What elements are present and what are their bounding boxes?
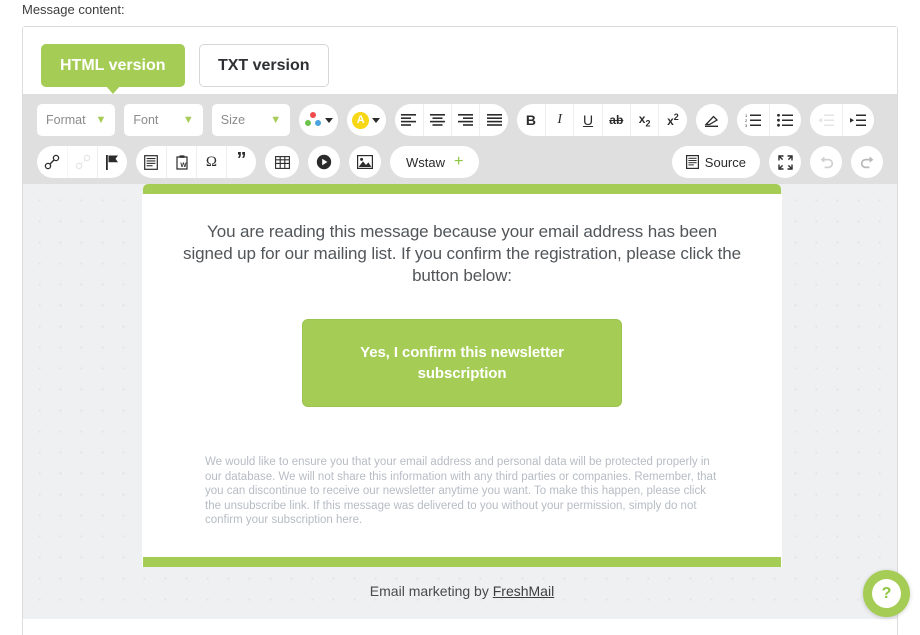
maximize-button[interactable]: [769, 146, 801, 178]
svg-text:3: 3: [745, 123, 748, 127]
tab-html-version[interactable]: HTML version: [41, 44, 185, 94]
outdent-button[interactable]: [810, 104, 842, 136]
help-button[interactable]: ?: [863, 570, 910, 617]
message-content-label: Message content:: [22, 2, 125, 17]
align-left-button[interactable]: [395, 104, 423, 136]
numbered-list-button[interactable]: 1 2 3: [737, 104, 769, 136]
editor-toolbar: Format ▼ Font ▼ Size ▼ A B I U ab x2 x2 …: [23, 94, 897, 184]
font-dropdown[interactable]: Font ▼: [124, 104, 203, 136]
undo-button[interactable]: [810, 146, 842, 178]
special-character-button[interactable]: Ω: [196, 146, 226, 178]
link-group: [37, 146, 127, 178]
media-button[interactable]: [308, 146, 340, 178]
text-color-icon: A: [352, 111, 370, 129]
email-legal-text: We would like to ensure you that your em…: [205, 456, 717, 527]
table-group: [265, 146, 299, 178]
email-body: You are reading this message because you…: [142, 194, 782, 567]
chevron-down-icon: ▼: [95, 113, 107, 126]
list-group: 1 2 3: [736, 104, 801, 136]
chevron-down-icon: [372, 117, 381, 123]
size-dropdown-value: Size: [220, 113, 246, 127]
remove-format-button[interactable]: [696, 104, 728, 136]
italic-icon: I: [557, 112, 563, 127]
insert-button[interactable]: Wstaw +: [390, 146, 480, 178]
unlink-button[interactable]: [67, 146, 97, 178]
source-icon: [685, 155, 699, 169]
toolbar-row-1: Format ▼ Font ▼ Size ▼ A B I U ab x2 x2 …: [37, 102, 883, 138]
image-button[interactable]: [349, 146, 381, 178]
email-top-bar: [143, 184, 781, 194]
templates-button[interactable]: [136, 146, 166, 178]
bulleted-list-button[interactable]: [768, 104, 801, 136]
italic-button[interactable]: I: [545, 104, 573, 136]
chevron-down-icon: [324, 117, 333, 123]
bold-button[interactable]: B: [517, 104, 545, 136]
confirm-subscription-button[interactable]: Yes, I confirm this newsletter subscript…: [302, 319, 622, 407]
background-color-button[interactable]: [299, 104, 338, 136]
svg-text:W: W: [180, 162, 187, 169]
email-footer-prefix: Email marketing by: [369, 582, 493, 599]
source-button[interactable]: Source: [671, 146, 760, 178]
maximize-icon: [777, 154, 793, 170]
chevron-down-icon: ▼: [182, 113, 194, 126]
email-cta-wrapper: Yes, I confirm this newsletter subscript…: [142, 287, 782, 407]
email-template: You are reading this message because you…: [142, 184, 782, 599]
indent-group: [809, 104, 874, 136]
version-tabs: HTML version TXT version: [23, 27, 897, 94]
message-editor: HTML version TXT version Format ▼ Font ▼…: [22, 26, 898, 635]
blockquote-button[interactable]: ”: [226, 146, 256, 178]
underline-icon: U: [582, 112, 594, 128]
editor-page: Message content: HTML version TXT versio…: [0, 0, 920, 635]
toolbar-row-2: W Ω ” Wstaw + Source: [37, 144, 883, 180]
format-dropdown[interactable]: Format ▼: [37, 104, 116, 136]
subscript-icon: x2: [638, 111, 651, 129]
align-right-button[interactable]: [451, 104, 479, 136]
align-center-button[interactable]: [422, 104, 451, 136]
background-color-icon: [304, 112, 322, 128]
strikethrough-icon: ab: [609, 113, 624, 127]
omega-icon: Ω: [205, 153, 218, 170]
insert-label: Wstaw: [406, 154, 445, 170]
remove-format-group: [695, 104, 728, 136]
email-footer: Email marketing by FreshMail: [142, 567, 782, 599]
paste-from-word-button[interactable]: W: [166, 146, 196, 178]
undo-icon: [820, 155, 833, 168]
table-button[interactable]: [265, 146, 299, 178]
text-style-group: B I U ab x2 x2: [516, 104, 687, 136]
text-color-button[interactable]: A: [346, 104, 386, 136]
superscript-button[interactable]: x2: [658, 104, 686, 136]
email-bottom-bar: [143, 556, 781, 567]
indent-button[interactable]: [841, 104, 874, 136]
redo-icon: [860, 155, 873, 168]
editor-canvas[interactable]: You are reading this message because you…: [23, 184, 897, 619]
size-dropdown[interactable]: Size ▼: [211, 104, 291, 136]
source-label: Source: [704, 154, 746, 170]
bold-icon: B: [525, 112, 536, 128]
underline-button[interactable]: U: [573, 104, 601, 136]
alignment-group: [394, 104, 508, 136]
superscript-icon: x2: [667, 112, 679, 128]
font-dropdown-value: Font: [133, 113, 159, 127]
anchor-flag-button[interactable]: [97, 146, 127, 178]
redo-button[interactable]: [851, 146, 883, 178]
strikethrough-button[interactable]: ab: [601, 104, 630, 136]
email-intro-text: You are reading this message because you…: [183, 222, 741, 285]
plus-icon: +: [454, 153, 464, 170]
subscript-button[interactable]: x2: [629, 104, 658, 136]
tab-txt-version[interactable]: TXT version: [198, 44, 329, 87]
insert-tools-group: W Ω ”: [136, 146, 256, 178]
chevron-down-icon: ▼: [270, 113, 282, 126]
format-dropdown-value: Format: [46, 113, 86, 127]
freshmail-link[interactable]: FreshMail: [493, 583, 554, 599]
align-justify-button[interactable]: [479, 104, 507, 136]
question-mark-icon: ?: [872, 579, 901, 608]
link-button[interactable]: [37, 146, 67, 178]
